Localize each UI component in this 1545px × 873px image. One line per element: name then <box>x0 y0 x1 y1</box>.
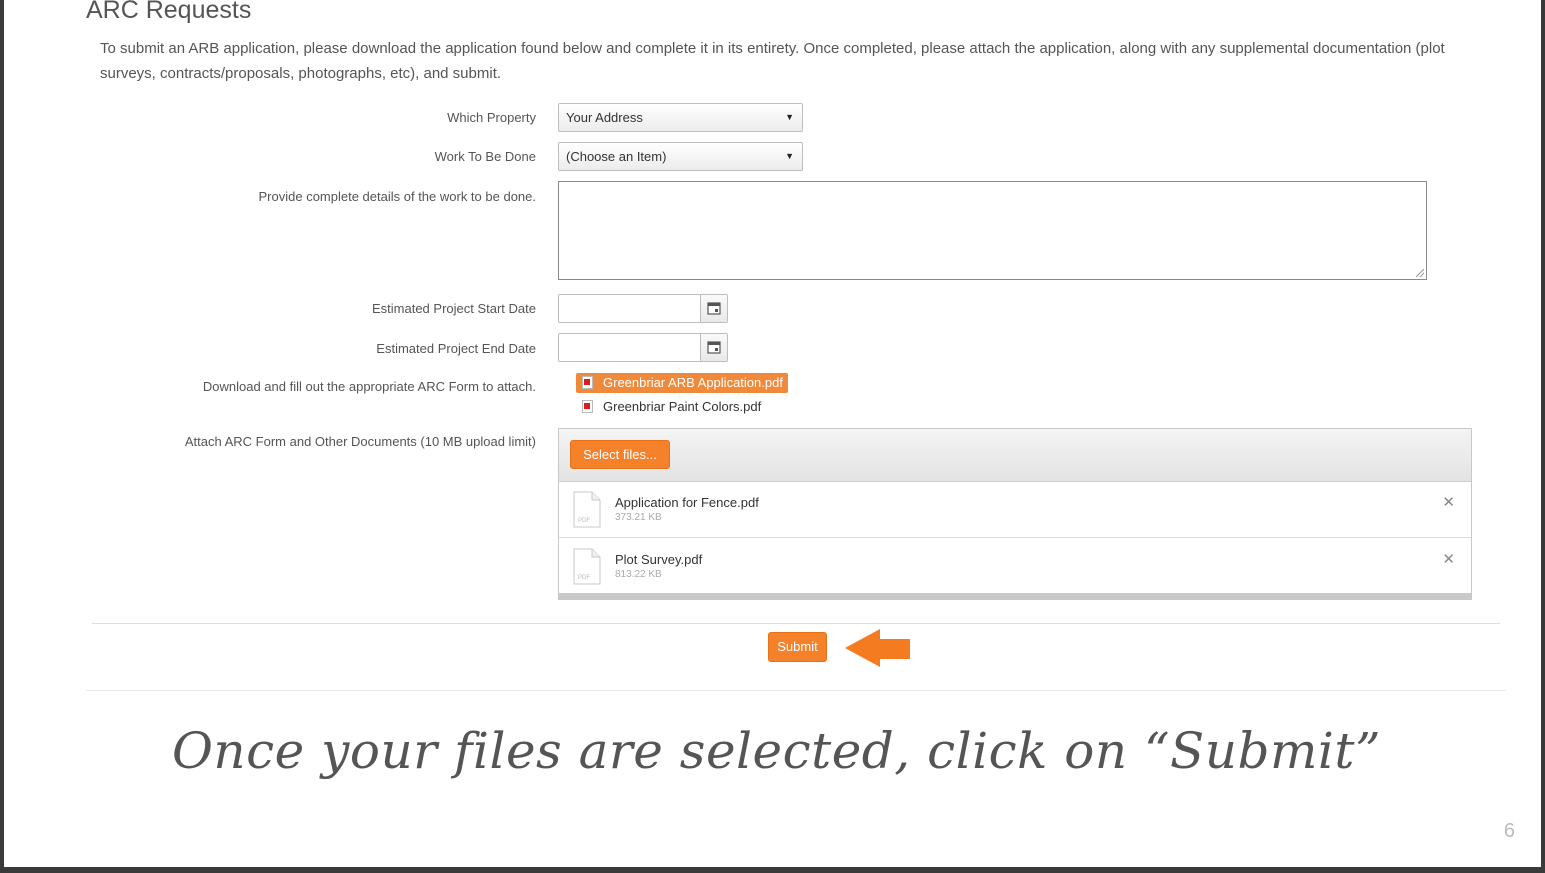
submit-button[interactable]: Submit <box>768 632 827 662</box>
download-link-paint-colors[interactable]: Greenbriar Paint Colors.pdf <box>576 397 761 417</box>
details-textarea[interactable] <box>558 181 1427 280</box>
file-name: Application for Fence.pdf <box>615 495 759 510</box>
start-date-input[interactable] <box>558 294 728 323</box>
file-name: Plot Survey.pdf <box>615 552 703 567</box>
close-icon[interactable]: ✕ <box>1442 493 1455 511</box>
work-select-value: (Choose an Item) <box>566 149 667 164</box>
details-label: Provide complete details of the work to … <box>258 189 537 204</box>
intro-text: To submit an ARB application, please dow… <box>100 40 1445 82</box>
page-number: 6 <box>1503 820 1515 842</box>
file-size: 373.21 KB <box>615 512 662 523</box>
caret-down-icon: ▼ <box>785 112 794 122</box>
attach-label: Attach ARC Form and Other Documents (10 … <box>184 434 536 449</box>
close-icon[interactable]: ✕ <box>1442 550 1455 568</box>
form-divider <box>92 623 1500 624</box>
page-title: ARC Requests <box>86 0 252 24</box>
work-label: Work To Be Done <box>434 149 536 164</box>
start-date-label: Estimated Project Start Date <box>371 301 536 316</box>
download-link-arb-application[interactable]: Greenbriar ARB Application.pdf <box>576 373 788 393</box>
property-select[interactable]: Your Address ▼ <box>558 103 803 132</box>
select-files-button[interactable]: Select files... <box>570 440 670 469</box>
pdf-icon <box>582 376 593 389</box>
svg-text:PDF: PDF <box>578 575 590 581</box>
pdf-file-icon: PDF <box>573 491 601 528</box>
file-row: PDF Application for Fence.pdf 373.21 KB … <box>559 482 1471 538</box>
file-row: PDF Plot Survey.pdf 813.22 KB ✕ <box>559 539 1471 595</box>
resize-grip-icon[interactable] <box>1416 269 1424 277</box>
calendar-icon[interactable] <box>700 295 727 322</box>
upload-toolbar: Select files... <box>559 429 1471 482</box>
file-size: 813.22 KB <box>615 569 662 580</box>
end-date-input[interactable] <box>558 333 728 362</box>
pdf-icon <box>582 400 593 413</box>
download-link-label: Greenbriar ARB Application.pdf <box>603 375 783 390</box>
pdf-file-icon: PDF <box>573 548 601 585</box>
caret-down-icon: ▼ <box>785 151 794 161</box>
slide-caption: Once your files are selected, click on “… <box>171 722 1382 780</box>
slide-frame: ARC Requests To submit an ARB applicatio… <box>0 0 1545 873</box>
end-date-label: Estimated Project End Date <box>376 341 536 356</box>
property-label: Which Property <box>447 110 536 125</box>
calendar-icon[interactable] <box>700 334 727 361</box>
slide-divider <box>86 690 1506 691</box>
download-label: Download and fill out the appropriate AR… <box>202 379 536 394</box>
arrow-left-icon <box>845 629 910 667</box>
file-upload-widget: Select files... PDF Application for Fenc… <box>558 428 1472 600</box>
work-select[interactable]: (Choose an Item) ▼ <box>558 142 803 171</box>
svg-text:PDF: PDF <box>578 518 590 524</box>
property-select-value: Your Address <box>566 110 643 125</box>
upload-footer-bar <box>559 593 1471 599</box>
download-link-label: Greenbriar Paint Colors.pdf <box>603 399 762 414</box>
